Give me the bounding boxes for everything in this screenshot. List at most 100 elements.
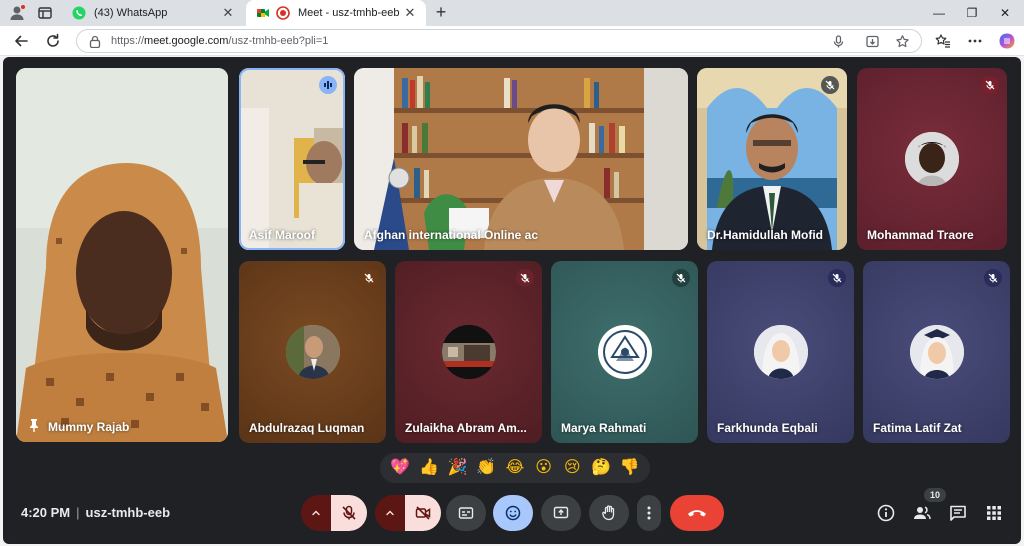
present-icon	[553, 506, 569, 519]
microphone-icon[interactable]	[831, 34, 846, 49]
meeting-info: 4:20 PM | usz-tmhb-eeb	[21, 505, 170, 520]
more-options-button[interactable]	[637, 495, 661, 531]
participant-tile[interactable]: Farkhunda Eqbali	[707, 261, 854, 443]
whatsapp-icon	[72, 6, 86, 20]
browser-window: (43) WhatsApp ✕ Meet - usz-tmhb-eeb ✕ + …	[0, 0, 1024, 546]
mic-off-icon	[984, 269, 1002, 287]
tab-actions-icon[interactable]	[37, 5, 53, 21]
address-bar[interactable]: https://meet.google.com/usz-tmhb-eeb?pli…	[76, 29, 922, 53]
mic-off-icon	[360, 269, 378, 287]
url-text: https://meet.google.com/usz-tmhb-eeb?pli…	[111, 35, 328, 47]
site-info-icon[interactable]	[89, 35, 101, 48]
captions-icon	[458, 507, 474, 519]
close-tab-icon[interactable]: ✕	[220, 5, 236, 21]
google-meet-icon	[257, 9, 269, 17]
participant-name: Mohammad Traore	[867, 228, 974, 242]
tab-whatsapp[interactable]: (43) WhatsApp ✕	[62, 0, 244, 26]
url-path: /usz-tmhb-eeb?pli=1	[228, 35, 329, 47]
separator: |	[76, 505, 80, 520]
participant-tile[interactable]: Zulaikha Abram Am...	[395, 261, 542, 443]
tab-strip: (43) WhatsApp ✕ Meet - usz-tmhb-eeb ✕ + …	[0, 0, 1024, 26]
participant-tile[interactable]: Asif Maroof	[239, 68, 345, 250]
minimize-icon[interactable]: —	[930, 4, 948, 22]
activities-icon[interactable]	[984, 503, 1004, 523]
mic-off-icon	[516, 269, 534, 287]
close-window-icon[interactable]: ✕	[996, 4, 1014, 22]
pin-icon[interactable]	[28, 418, 40, 432]
reaction-heart[interactable]: 💖	[389, 457, 411, 479]
reaction-surprised[interactable]: 😮	[533, 457, 555, 479]
participant-avatar	[285, 325, 340, 379]
participant-name: Mummy Rajab	[48, 420, 130, 434]
favorites-icon[interactable]	[934, 32, 952, 50]
reaction-thinking[interactable]: 🤔	[590, 457, 612, 479]
raise-hand-button[interactable]	[589, 495, 629, 531]
participant-tile[interactable]: Afghan international Online ac	[354, 68, 688, 250]
present-screen-button[interactable]	[541, 495, 581, 531]
install-app-icon[interactable]	[865, 34, 880, 49]
reaction-laugh[interactable]: 😂	[504, 457, 526, 479]
close-tab-icon[interactable]: ✕	[402, 5, 418, 21]
chevron-up-icon	[312, 510, 320, 516]
participant-name: Fatima Latif Zat	[873, 421, 962, 435]
video-settings-button[interactable]	[375, 495, 405, 531]
reaction-party[interactable]: 🎉	[447, 457, 469, 479]
tab-meet[interactable]: Meet - usz-tmhb-eeb ✕	[246, 0, 426, 26]
audio-settings-button[interactable]	[301, 495, 331, 531]
address-bar-row: https://meet.google.com/usz-tmhb-eeb?pli…	[0, 26, 1024, 56]
hand-icon	[602, 505, 615, 521]
mic-off-icon	[672, 269, 690, 287]
speaking-indicator-icon	[319, 76, 337, 94]
reaction-clap[interactable]: 👏	[475, 457, 497, 479]
reload-icon[interactable]	[44, 32, 62, 50]
back-icon[interactable]	[12, 32, 30, 50]
participant-avatar	[909, 325, 964, 379]
mic-off-icon	[981, 76, 999, 94]
copilot-icon[interactable]	[998, 32, 1016, 50]
chevron-up-icon	[386, 510, 394, 516]
reaction-thumbs-down[interactable]: 👎	[619, 457, 641, 479]
reaction-sad[interactable]: 😢	[561, 457, 583, 479]
new-tab-icon[interactable]: +	[432, 3, 450, 22]
tab-title: Meet - usz-tmhb-eeb	[298, 7, 400, 19]
hang-up-icon	[688, 510, 706, 517]
participant-name: Abdulrazaq Luqman	[249, 421, 365, 435]
participant-avatar	[597, 325, 652, 379]
recording-icon	[276, 6, 290, 20]
camera-toggle-button[interactable]	[405, 495, 441, 531]
people-icon[interactable]	[912, 503, 932, 523]
participant-name: Dr.Hamidullah Mofid	[707, 228, 824, 242]
url-scheme: https://	[111, 35, 145, 47]
leave-call-button[interactable]	[670, 495, 724, 531]
profile-icon[interactable]	[8, 4, 26, 22]
url-host: meet.google.com	[144, 35, 229, 47]
tab-title: (43) WhatsApp	[94, 7, 168, 19]
participant-tile[interactable]: Marya Rahmati	[551, 261, 698, 443]
reaction-thumbs-up[interactable]: 👍	[418, 457, 440, 479]
participant-tile[interactable]: Fatima Latif Zat	[863, 261, 1010, 443]
reactions-bar: 💖 👍 🎉 👏 😂 😮 😢 🤔 👎	[380, 453, 650, 483]
participant-avatar	[441, 325, 496, 379]
meet-stage: Mummy Rajab Asif Maroof Afghan internati…	[3, 57, 1021, 544]
participant-tile[interactable]: Abdulrazaq Luqman	[239, 261, 386, 443]
participant-tile[interactable]: Dr.Hamidullah Mofid	[697, 68, 847, 250]
participant-name: Afghan international Online ac	[364, 228, 539, 242]
mic-off-icon	[828, 269, 846, 287]
captions-button[interactable]	[446, 495, 486, 531]
mic-off-icon	[821, 76, 839, 94]
favorite-star-icon[interactable]	[895, 34, 910, 49]
participant-video	[354, 68, 688, 250]
more-vert-icon	[647, 506, 651, 520]
more-options-icon[interactable]	[966, 32, 984, 50]
chat-icon[interactable]	[948, 503, 968, 523]
participant-video	[697, 68, 847, 250]
microphone-toggle-button[interactable]	[331, 495, 367, 531]
pinned-participant-tile[interactable]: Mummy Rajab	[16, 68, 228, 442]
participant-tile[interactable]: Mohammad Traore	[857, 68, 1007, 250]
meeting-details-icon[interactable]	[876, 503, 896, 523]
participant-name: Farkhunda Eqbali	[717, 421, 818, 435]
participant-avatar	[753, 325, 808, 379]
restore-icon[interactable]: ❐	[963, 4, 981, 22]
reactions-button[interactable]	[493, 495, 533, 531]
participant-video	[16, 68, 228, 442]
